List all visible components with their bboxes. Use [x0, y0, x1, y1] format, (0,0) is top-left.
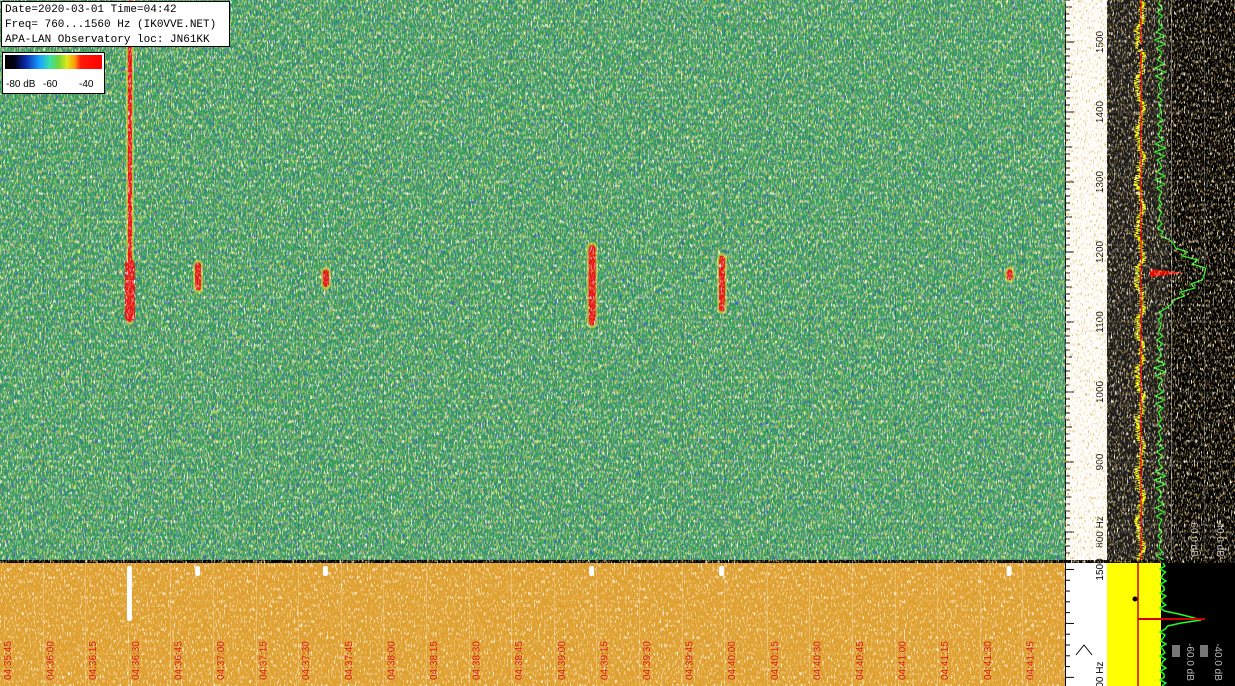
lower-spectrum-fill [1107, 563, 1161, 686]
spectrum-db-label: -40.0 dB [1214, 519, 1225, 557]
main-freq-axis-bg [1065, 0, 1107, 560]
color-scale-max: -40 [79, 79, 94, 90]
freq-tick-label: 900 [1095, 453, 1106, 470]
time-label: 04:37:00 [216, 641, 227, 680]
time-label: 04:41:00 [898, 641, 909, 680]
time-label: 04:36:45 [173, 641, 184, 680]
color-scale-legend: -80 dB -60 -40 [2, 52, 105, 94]
time-label: 04:39:45 [685, 641, 696, 680]
info-header: Date=2020-03-01 Time=04:42 Freq= 760...1… [1, 1, 230, 47]
time-label: 04:38:00 [386, 641, 397, 680]
freq-tick-label: 1400 [1095, 100, 1106, 123]
date-time-text: Date=2020-03-01 Time=04:42 [5, 4, 177, 16]
lower-spectrum-marker [1200, 645, 1208, 657]
lower-echo [126, 566, 132, 621]
meteor-echo [1006, 269, 1013, 280]
color-scale-mid: -60 [43, 79, 58, 90]
lower-spectrum-panel: -60.0 dB -40.0 dB [1107, 562, 1235, 686]
time-label: 04:38:30 [472, 641, 483, 680]
time-label: 04:39:15 [599, 641, 610, 680]
freq-tick-label: 1200 [1095, 240, 1106, 263]
freq-tick-label: 1300 [1095, 170, 1106, 193]
time-label: 04:38:15 [429, 641, 440, 680]
time-label: 04:40:30 [812, 641, 823, 680]
freq-tick-label: 1100 [1095, 311, 1106, 333]
freq-tick-label: 800 Hz [1095, 516, 1106, 548]
time-label: 04:41:15 [940, 641, 951, 680]
color-scale-min: -80 dB [6, 79, 36, 90]
time-label: 04:41:30 [983, 641, 994, 680]
time-label: 04:38:45 [514, 641, 525, 680]
freq-tick-label: 1500 [1095, 30, 1106, 53]
frequency-text: Freq= 760...1560 Hz (IK0VVE.NET) [5, 19, 217, 31]
lower-freq-tick-label: 1500 [1095, 558, 1106, 581]
time-label: 04:35:45 [3, 641, 14, 680]
time-label: 04:41:45 [1025, 641, 1036, 680]
spectrum-cursor-dot [1137, 44, 1143, 50]
time-label: 04:37:30 [301, 641, 312, 680]
lower-echo [1006, 566, 1012, 576]
lower-echo [195, 566, 201, 576]
time-label: 04:39:00 [557, 641, 568, 680]
lower-spectrum-db-label: -40.0 dB [1212, 643, 1223, 681]
time-label: 04:40:15 [770, 641, 781, 680]
lower-spectrum-marker [1172, 645, 1180, 657]
meteor-echo [322, 269, 329, 287]
lower-echo [322, 566, 328, 576]
meteor-echo-head [124, 259, 135, 322]
time-label: 04:39:30 [642, 641, 653, 680]
time-label: 04:36:30 [131, 641, 142, 680]
lower-echo [589, 566, 595, 576]
color-scale-gradient [5, 55, 102, 69]
spectrum-db-label: -60.0 dB [1188, 519, 1199, 557]
lower-spectrum-db-label: -60.0 dB [1184, 643, 1195, 681]
main-waterfall [0, 0, 1065, 560]
time-label: 04:40:00 [727, 641, 738, 680]
time-label: 04:37:45 [344, 641, 355, 680]
panel-separator [0, 560, 1235, 563]
meteor-echo [719, 255, 726, 312]
meteor-echo [195, 262, 202, 291]
freq-tick-label: 1000 [1095, 380, 1106, 403]
time-label: 04:37:15 [259, 641, 270, 680]
main-spectrum-panel: -60.0 dB -40.0 dB [1107, 0, 1235, 561]
time-label: 04:40:45 [855, 641, 866, 680]
observatory-display: 1500 1400 1300 1200 1100 1000 900 800 Hz -60.0 … [0, 0, 1235, 686]
meteor-echo [588, 245, 596, 326]
spectrogram-svg: 1500 1400 1300 1200 1100 1000 900 800 Hz -60.0 … [0, 0, 1235, 686]
time-label: 04:36:15 [88, 641, 99, 680]
lower-freq-tick-label: 500 Hz [1095, 662, 1106, 686]
observatory-text: APA-LAN Observatory loc: JN61KK [5, 34, 210, 46]
time-label: 04:36:00 [46, 641, 57, 680]
lower-echo [719, 566, 725, 576]
